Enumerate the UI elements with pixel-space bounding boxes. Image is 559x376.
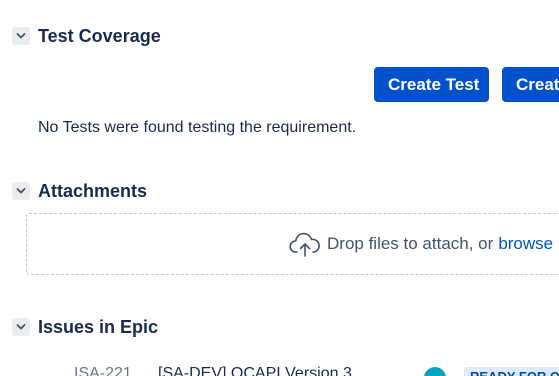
create-secondary-button[interactable]: Create — [502, 67, 559, 102]
attachments-title: Attachments — [38, 180, 148, 201]
dropzone-content: Drop files to attach, or browse — [289, 231, 553, 257]
test-coverage-title: Test Coverage — [38, 25, 161, 46]
attachment-dropzone[interactable]: Drop files to attach, or browse — [26, 213, 559, 275]
attachments-collapse-toggle[interactable] — [12, 182, 30, 200]
issues-in-epic-title: Issues in Epic — [38, 316, 159, 337]
issues-in-epic-collapse-toggle[interactable] — [12, 318, 30, 336]
status-badge: READY FOR Q — [464, 367, 559, 376]
issue-key-link[interactable]: ISA-221 — [74, 365, 132, 376]
dropzone-text: Drop files to attach, or — [327, 234, 494, 253]
chevron-down-icon — [16, 188, 26, 194]
issue-summary-link[interactable]: [SA-DEV] OCAPI Version 3 — [158, 365, 352, 376]
create-test-button[interactable]: Create Test — [374, 67, 489, 102]
test-coverage-header: Test Coverage — [12, 24, 161, 48]
issues-in-epic-header: Issues in Epic — [12, 315, 158, 339]
cloud-upload-icon — [289, 232, 320, 257]
no-tests-message: No Tests were found testing the requirem… — [38, 119, 357, 136]
table-row[interactable]: ISA-221 [SA-DEV] OCAPI Version 3 READY F… — [0, 362, 559, 376]
chevron-down-icon — [16, 33, 26, 39]
browse-link[interactable]: browse — [498, 234, 553, 254]
issue-detail-panel: Test Coverage Create Test Create No Test… — [0, 0, 559, 376]
test-coverage-collapse-toggle[interactable] — [12, 27, 30, 45]
assignee-avatar — [424, 367, 446, 376]
attachments-header: Attachments — [12, 179, 147, 203]
chevron-down-icon — [16, 324, 26, 330]
